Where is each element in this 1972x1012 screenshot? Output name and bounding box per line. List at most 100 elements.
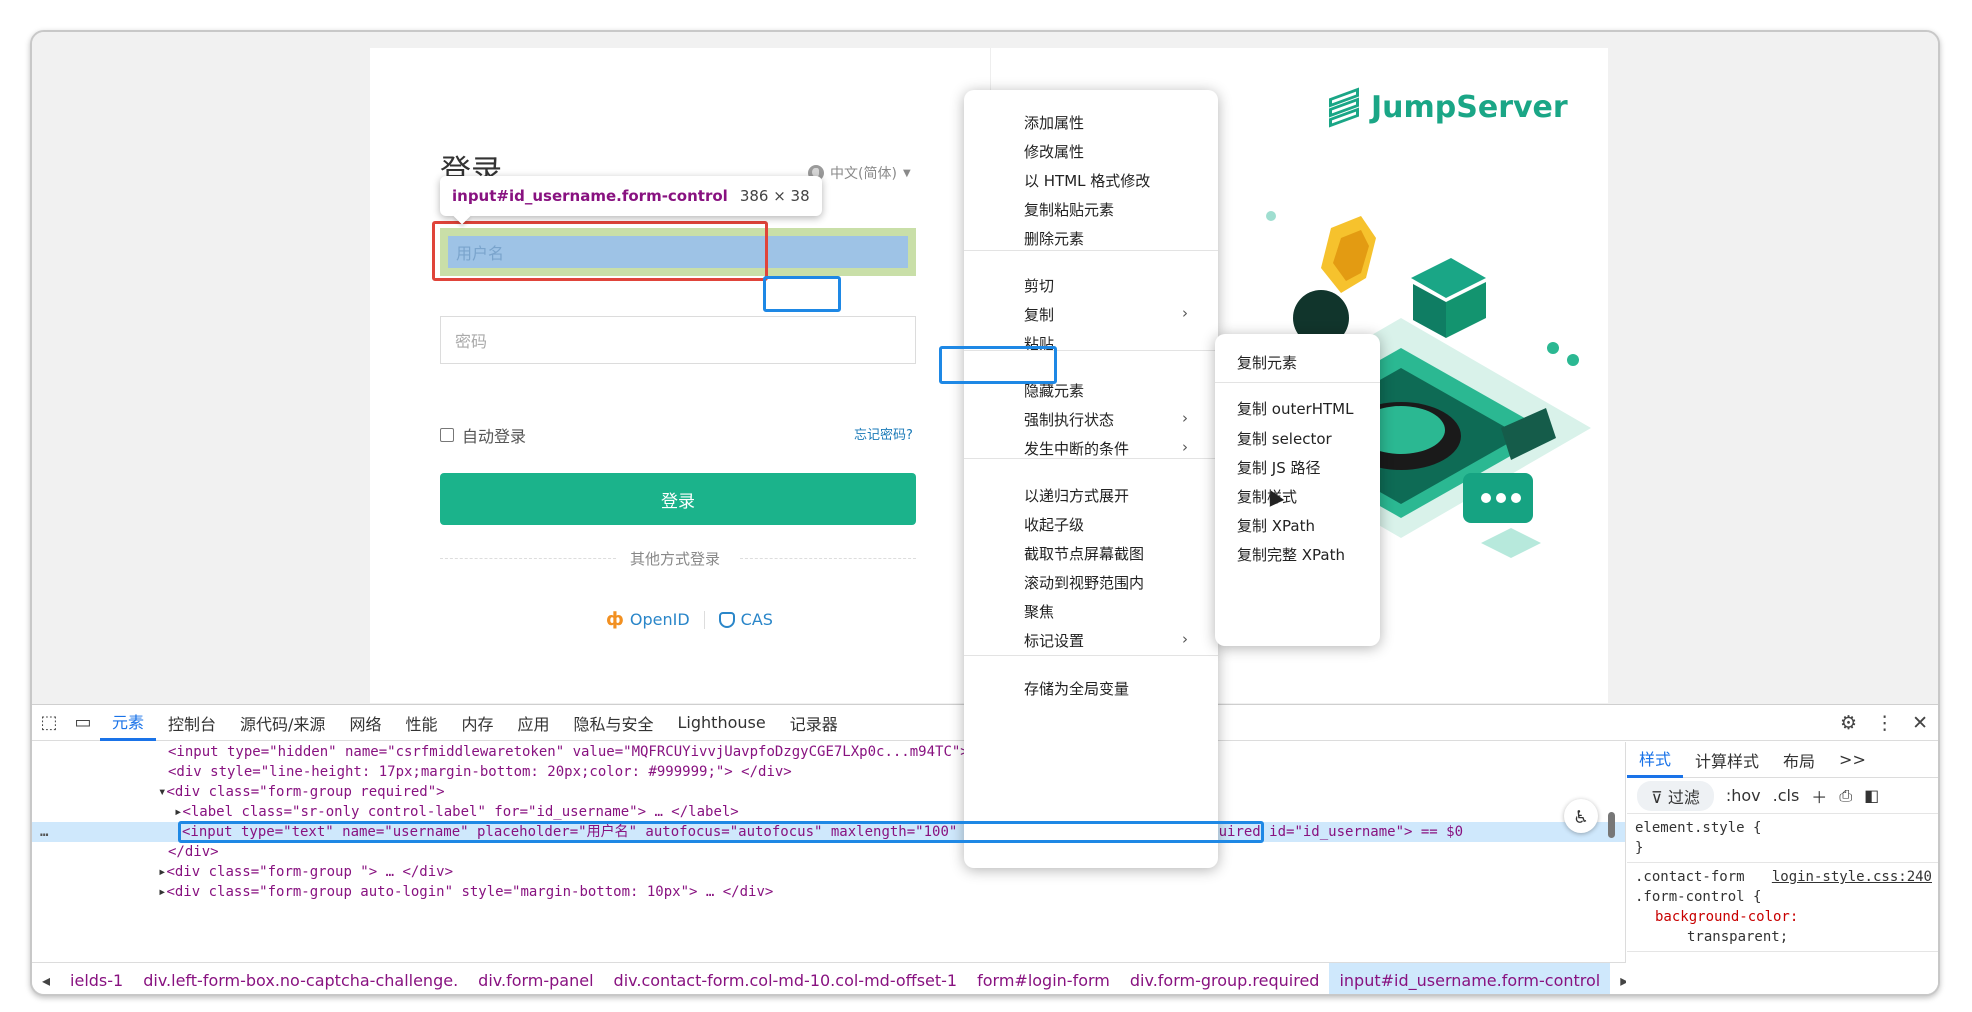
copy-submenu: 复制元素 复制 outerHTML 复制 selector 复制 JS 路径 复制样式复… [1215,334,1380,646]
breadcrumb: ◂ ields-1 div.left-form-box.no-captcha-c… [32,962,1626,994]
more-options-icon[interactable]: ⋮ [1875,712,1894,734]
sidebar-toggle-icon[interactable]: ◧ [1864,786,1879,805]
breadcrumb-item[interactable]: form#login-form [967,963,1120,994]
breadcrumb-item[interactable]: div.left-form-box.no-captcha-challenge. [133,963,468,994]
other-login-label: 其他方式登录 [630,550,721,568]
breadcrumb-item[interactable]: div.form-group.required [1120,963,1330,994]
chevron-right-icon: › [1182,409,1188,427]
dom-line[interactable]: ▸<div class="form-group "> … </div> [32,862,1625,882]
more-tabs-icon[interactable]: >> [1827,742,1878,778]
tab-console[interactable]: 控制台 [156,705,228,741]
tab-memory[interactable]: 内存 [449,705,505,741]
tab-application[interactable]: 应用 [505,705,561,741]
breadcrumb-scroll-left[interactable]: ◂ [32,963,60,994]
dom-line[interactable]: <div style="line-height: 17px;margin-bot… [32,762,1625,782]
inspect-element-icon[interactable]: ⬚ [32,705,66,741]
scroll-thumb[interactable] [1608,812,1615,838]
browser-window: 登录 中文(简体) ▼ 用户名 input#id_username.form-c… [30,30,1940,996]
breadcrumb-item[interactable]: div.form-panel [468,963,603,994]
paint-icon[interactable]: ⎙ [1839,786,1852,806]
context-menu-item[interactable]: 存储为全局变量 [964,670,1218,706]
password-input[interactable]: 密码 [440,316,916,364]
settings-gear-icon[interactable]: ⚙ [1840,712,1857,734]
copy-submenu-item[interactable]: 复制元素 [1215,344,1380,380]
tab-elements[interactable]: 元素 [100,705,157,741]
tab-styles[interactable]: 样式 [1627,742,1684,778]
openid-link[interactable]: OpenID [630,610,690,629]
tab-lighthouse[interactable]: Lighthouse [666,705,778,741]
cls-toggle[interactable]: .cls [1773,786,1800,805]
page-viewport: 登录 中文(简体) ▼ 用户名 input#id_username.form-c… [32,32,1938,868]
context-menu-item[interactable]: 标记设置 › [964,622,1218,658]
divider-line [440,558,616,559]
tab-layout[interactable]: 布局 [1771,742,1827,778]
tab-computed[interactable]: 计算样式 [1683,742,1771,778]
ellipsis-icon[interactable]: … [40,822,48,842]
chevron-right-icon: › [1182,304,1188,322]
provider-separator [703,610,705,629]
context-menu: 添加属性 修改属性以 HTML 格式修改 复制粘贴元素 删除元素 剪切 复制 › 粘贴 隐藏元素… [964,90,1218,868]
caret-down-icon: ▼ [902,167,911,179]
tab-sources[interactable]: 源代码/来源 [228,705,337,741]
css-value[interactable]: transparent; [1635,927,1932,947]
breadcrumb-item[interactable]: div.contact-form.col-md-10.col-md-offset… [604,963,968,994]
dom-line[interactable]: ▾<div class="form-group required"> [32,782,1625,802]
dom-line[interactable]: </div> [32,842,1625,862]
css-source-link[interactable]: login-style.css:240 [1772,867,1932,887]
menu-separator [964,250,1218,251]
tab-recorder[interactable]: 记录器 [778,705,850,741]
add-rule-icon[interactable]: ＋ [1811,784,1827,808]
red-highlight-box [432,221,768,281]
breadcrumb-scroll-right[interactable]: ▸ [1610,963,1626,994]
divider-line [740,558,916,559]
css-property[interactable]: background-color: [1635,907,1932,927]
login-button[interactable]: 登录 [440,473,916,525]
context-menu-item[interactable]: 粘贴 [964,325,1218,361]
device-toolbar-icon[interactable]: ▭ [66,705,100,741]
tab-network[interactable]: 网络 [337,705,393,741]
forgot-password-link[interactable]: 忘记密码? [854,424,913,443]
filter-input[interactable]: ⊽ 过滤 [1637,780,1714,811]
other-login-divider: 其他方式登录 [440,548,916,568]
tab-performance[interactable]: 性能 [393,705,449,741]
menu-separator [964,350,1218,351]
menu-separator [964,655,1218,656]
language-selector[interactable]: 中文(简体) ▼ [808,163,911,183]
login-form-panel: 登录 中文(简体) ▼ 用户名 input#id_username.form-c… [370,48,990,703]
dom-line[interactable]: ▸<label class="sr-only control-label" fo… [32,802,1625,822]
dom-line[interactable]: <input type="hidden" name="csrfmiddlewar… [32,742,1625,762]
auto-login-checkbox[interactable]: 自动登录 [440,423,526,447]
css-rule[interactable]: login-style.css:240 .contact-form .form-… [1627,863,1938,952]
menu-separator [1215,382,1380,383]
copy-submenu-item[interactable]: 复制完整 XPath [1215,536,1380,572]
context-menu-item[interactable]: 发生中断的条件 › [964,430,1218,466]
tooltip-size: 386 × 38 [739,187,810,205]
breadcrumb-item-active[interactable]: input#id_username.form-control [1329,963,1611,994]
jumpserver-logo: JumpServer [1329,87,1568,127]
hov-toggle[interactable]: :hov [1726,786,1761,805]
accessibility-icon[interactable]: ♿ [1564,799,1598,833]
tab-privacy-security[interactable]: 隐私与安全 [562,705,666,741]
openid-icon: ф [606,609,624,630]
chevron-right-icon: › [1182,630,1188,648]
login-providers: ф OpenID CAS [606,609,773,630]
breadcrumb-item[interactable]: ields-1 [60,963,133,994]
dom-line-selected[interactable]: … <input type="text" name="username" plac… [32,822,1625,842]
dom-line[interactable]: ▸<div class="form-group auto-login" styl… [32,882,1625,902]
styles-filter-bar: ⊽ 过滤 :hov .cls ＋ ⎙ ◧ [1627,778,1938,814]
password-placeholder: 密码 [455,332,488,351]
language-label: 中文(简体) [830,166,897,182]
dom-scrollbar[interactable] [1606,752,1616,942]
inspect-tooltip: input#id_username.form-control 386 × 38 [440,176,822,216]
checkbox-icon[interactable] [440,428,454,442]
cas-link[interactable]: CAS [741,610,773,629]
css-selector: .contact-form .form-control { [1635,869,1762,905]
element-style-rule[interactable]: element.style { } [1627,814,1938,863]
logo-mark-icon [1329,87,1361,127]
chevron-right-icon: › [1182,438,1188,456]
auto-login-label: 自动登录 [462,427,527,446]
devtools-actions: ⚙ ⋮ ✕ [1840,705,1928,741]
filter-icon: ⊽ [1651,787,1663,807]
cas-shield-icon [718,611,735,628]
close-icon[interactable]: ✕ [1912,712,1928,734]
